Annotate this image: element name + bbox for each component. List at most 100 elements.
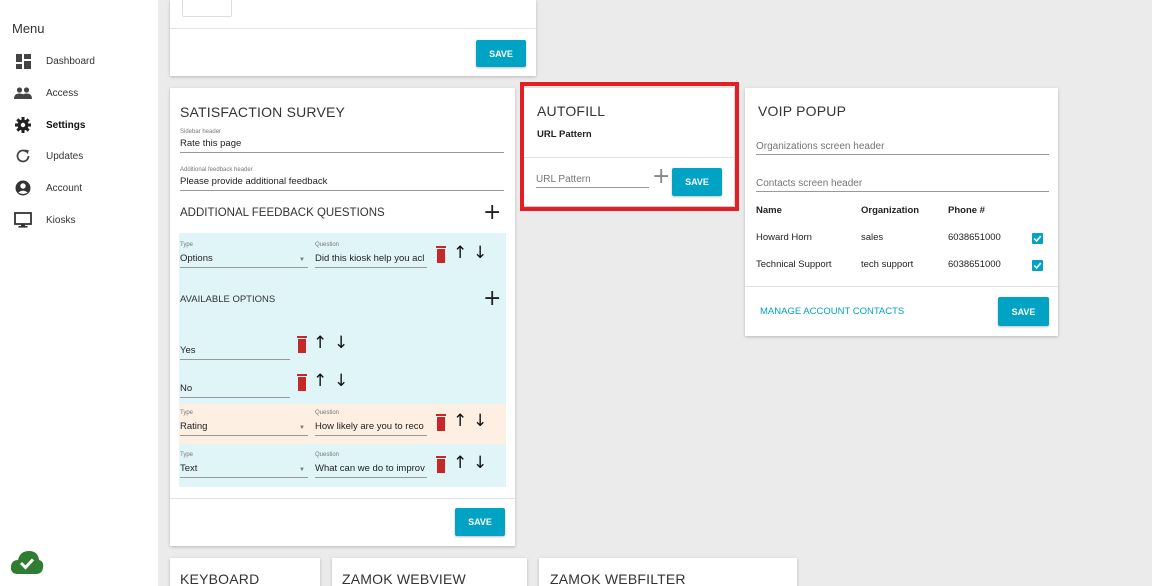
contacts-header-input[interactable]: [756, 175, 1049, 192]
sidebar-item-label: Updates: [46, 150, 84, 162]
sidebar-item-dashboard[interactable]: Dashboard: [0, 45, 158, 77]
additional-header-label: Additional feedback header: [180, 167, 253, 173]
dashboard-icon: [13, 51, 33, 71]
arrow-down-icon[interactable]: ↓: [473, 413, 487, 430]
available-options-title: AVAILABLE OPTIONS: [180, 294, 276, 305]
trash-icon[interactable]: [436, 414, 446, 431]
contact-organization: tech support: [861, 259, 914, 270]
contact-name: Technical Support: [756, 259, 832, 270]
question-text-band: Type Text ▼ Question What can we do to i…: [179, 444, 506, 487]
survey-save-button[interactable]: SAVE: [455, 508, 505, 536]
sidebar-item-kiosks[interactable]: Kiosks: [0, 204, 158, 236]
question-rating-band: Type Rating ▼ Question How likely are yo…: [179, 404, 506, 444]
sidebar-header-field[interactable]: Rate this page: [180, 138, 504, 153]
column-header-phone: Phone #: [948, 205, 985, 216]
arrow-down-icon[interactable]: ↓: [334, 373, 348, 390]
question-text-field[interactable]: Did this kiosk help you acl: [315, 253, 427, 268]
sidebar-header-label: Sidebar header: [180, 129, 222, 135]
refresh-icon: [13, 146, 33, 166]
sidebar-item-label: Access: [46, 87, 79, 99]
account-icon: [13, 178, 33, 198]
arrow-up-icon[interactable]: ↑: [313, 335, 327, 352]
question-text-field[interactable]: How likely are you to reco: [315, 421, 427, 436]
keyboard-card: KEYBOARD: [170, 558, 320, 586]
question-type-select[interactable]: Text ▼: [180, 463, 308, 478]
arrow-down-icon[interactable]: ↓: [473, 245, 487, 262]
type-label: Type: [180, 410, 194, 416]
organizations-header-input[interactable]: [756, 138, 1049, 155]
question-type-value: Text: [180, 463, 198, 474]
gear-icon: [13, 115, 33, 135]
arrow-up-icon[interactable]: ↑: [453, 245, 467, 262]
webfilter-title: ZAMOK WEBFILTER: [550, 571, 686, 586]
sidebar-item-label: Account: [46, 182, 83, 194]
divider: [745, 286, 1058, 287]
cloud-check-icon: [10, 549, 44, 575]
contact-phone: 6038651000: [948, 232, 1001, 243]
sidebar-item-updates[interactable]: Updates: [0, 140, 158, 172]
arrow-down-icon[interactable]: ↓: [473, 455, 487, 472]
question-label: Question: [315, 410, 340, 416]
keyboard-title: KEYBOARD: [180, 571, 260, 586]
top-card-partial-control[interactable]: [182, 0, 232, 17]
sidebar-item-settings[interactable]: Settings: [0, 109, 158, 141]
question-type-select[interactable]: Rating ▼: [180, 421, 308, 436]
manage-account-contacts-link[interactable]: MANAGE ACCOUNT CONTACTS: [760, 306, 904, 317]
top-settings-card: SAVE: [170, 0, 536, 76]
dropdown-arrow-icon: ▼: [299, 425, 305, 431]
question-options-band: Type Options ▼ Question Did this kiosk h…: [179, 233, 506, 404]
table-row: Howard Horn sales 6038651000: [745, 226, 1058, 252]
sidebar-item-access[interactable]: Access: [0, 77, 158, 109]
sidebar-item-account[interactable]: Account: [0, 172, 158, 204]
monitor-icon: [13, 210, 33, 230]
question-type-select[interactable]: Options ▼: [180, 253, 308, 268]
contact-checkbox[interactable]: [1032, 233, 1043, 244]
survey-title: SATISFACTION SURVEY: [180, 104, 346, 120]
type-label: Type: [180, 452, 194, 458]
question-type-value: Options: [180, 253, 213, 264]
arrow-up-icon[interactable]: ↑: [453, 413, 467, 430]
add-option-icon[interactable]: +: [483, 288, 501, 310]
add-question-icon[interactable]: +: [483, 202, 501, 224]
type-label: Type: [180, 242, 194, 248]
checkmark-icon: [1033, 235, 1042, 243]
divider: [170, 28, 536, 29]
voip-title: VOIP POPUP: [758, 103, 847, 119]
arrow-up-icon[interactable]: ↑: [453, 455, 467, 472]
voip-save-button[interactable]: SAVE: [998, 297, 1049, 326]
column-header-organization: Organization: [861, 205, 920, 216]
trash-icon[interactable]: [297, 374, 307, 391]
trash-icon[interactable]: [436, 246, 446, 263]
additional-header-field[interactable]: Please provide additional feedback: [180, 176, 504, 191]
trash-icon[interactable]: [436, 456, 446, 473]
people-icon: [13, 83, 33, 103]
trash-icon[interactable]: [297, 336, 307, 353]
contact-phone: 6038651000: [948, 259, 1001, 270]
satisfaction-survey-card: SATISFACTION SURVEY Sidebar header Rate …: [170, 88, 515, 546]
dropdown-arrow-icon: ▼: [299, 467, 305, 473]
menu-title: Menu: [12, 21, 45, 36]
sidebar-item-label: Kiosks: [46, 214, 76, 226]
contact-checkbox[interactable]: [1032, 260, 1043, 271]
top-card-save-button[interactable]: SAVE: [476, 40, 526, 67]
checkmark-icon: [1033, 262, 1042, 270]
option-field[interactable]: No: [180, 383, 290, 398]
question-label: Question: [315, 242, 340, 248]
contact-organization: sales: [861, 232, 884, 243]
option-field[interactable]: Yes: [180, 345, 290, 360]
sidebar: Menu Dashboard Access Settings Updates A…: [0, 0, 158, 586]
questions-title: ADDITIONAL FEEDBACK QUESTIONS: [180, 207, 385, 219]
sidebar-item-label: Dashboard: [46, 55, 95, 67]
webview-title: ZAMOK WEBVIEW: [342, 571, 466, 586]
voip-popup-card: VOIP POPUP Name Organization Phone # How…: [745, 88, 1058, 336]
contact-name: Howard Horn: [756, 232, 812, 243]
divider: [170, 498, 515, 499]
autofill-highlight-box: [520, 82, 739, 211]
dropdown-arrow-icon: ▼: [299, 257, 305, 263]
arrow-up-icon[interactable]: ↑: [313, 373, 327, 390]
question-text-field[interactable]: What can we do to improv: [315, 463, 427, 478]
question-label: Question: [315, 452, 340, 458]
table-row: Technical Support tech support 603865100…: [745, 253, 1058, 279]
arrow-down-icon[interactable]: ↓: [334, 335, 348, 352]
sidebar-item-label: Settings: [46, 119, 86, 131]
